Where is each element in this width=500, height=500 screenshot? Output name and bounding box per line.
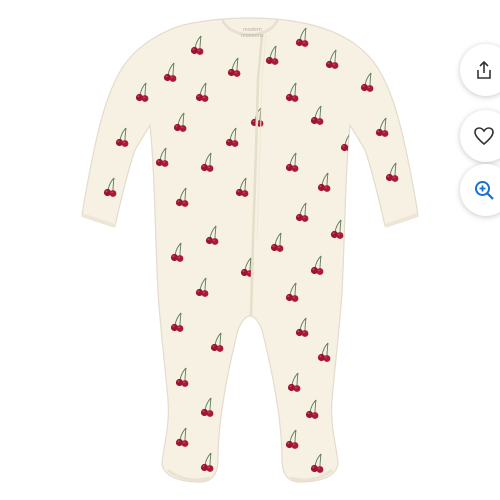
heart-icon [474, 127, 494, 146]
share-button[interactable] [460, 44, 500, 96]
product-image[interactable]: modern moments [0, 0, 460, 500]
zoom-button[interactable] [460, 164, 500, 216]
product-image-viewer: modern moments [0, 0, 500, 500]
favorite-button[interactable] [460, 110, 500, 162]
share-icon [477, 60, 491, 79]
brand-tag-line2: moments [241, 33, 264, 39]
zoom-in-icon [475, 181, 494, 200]
